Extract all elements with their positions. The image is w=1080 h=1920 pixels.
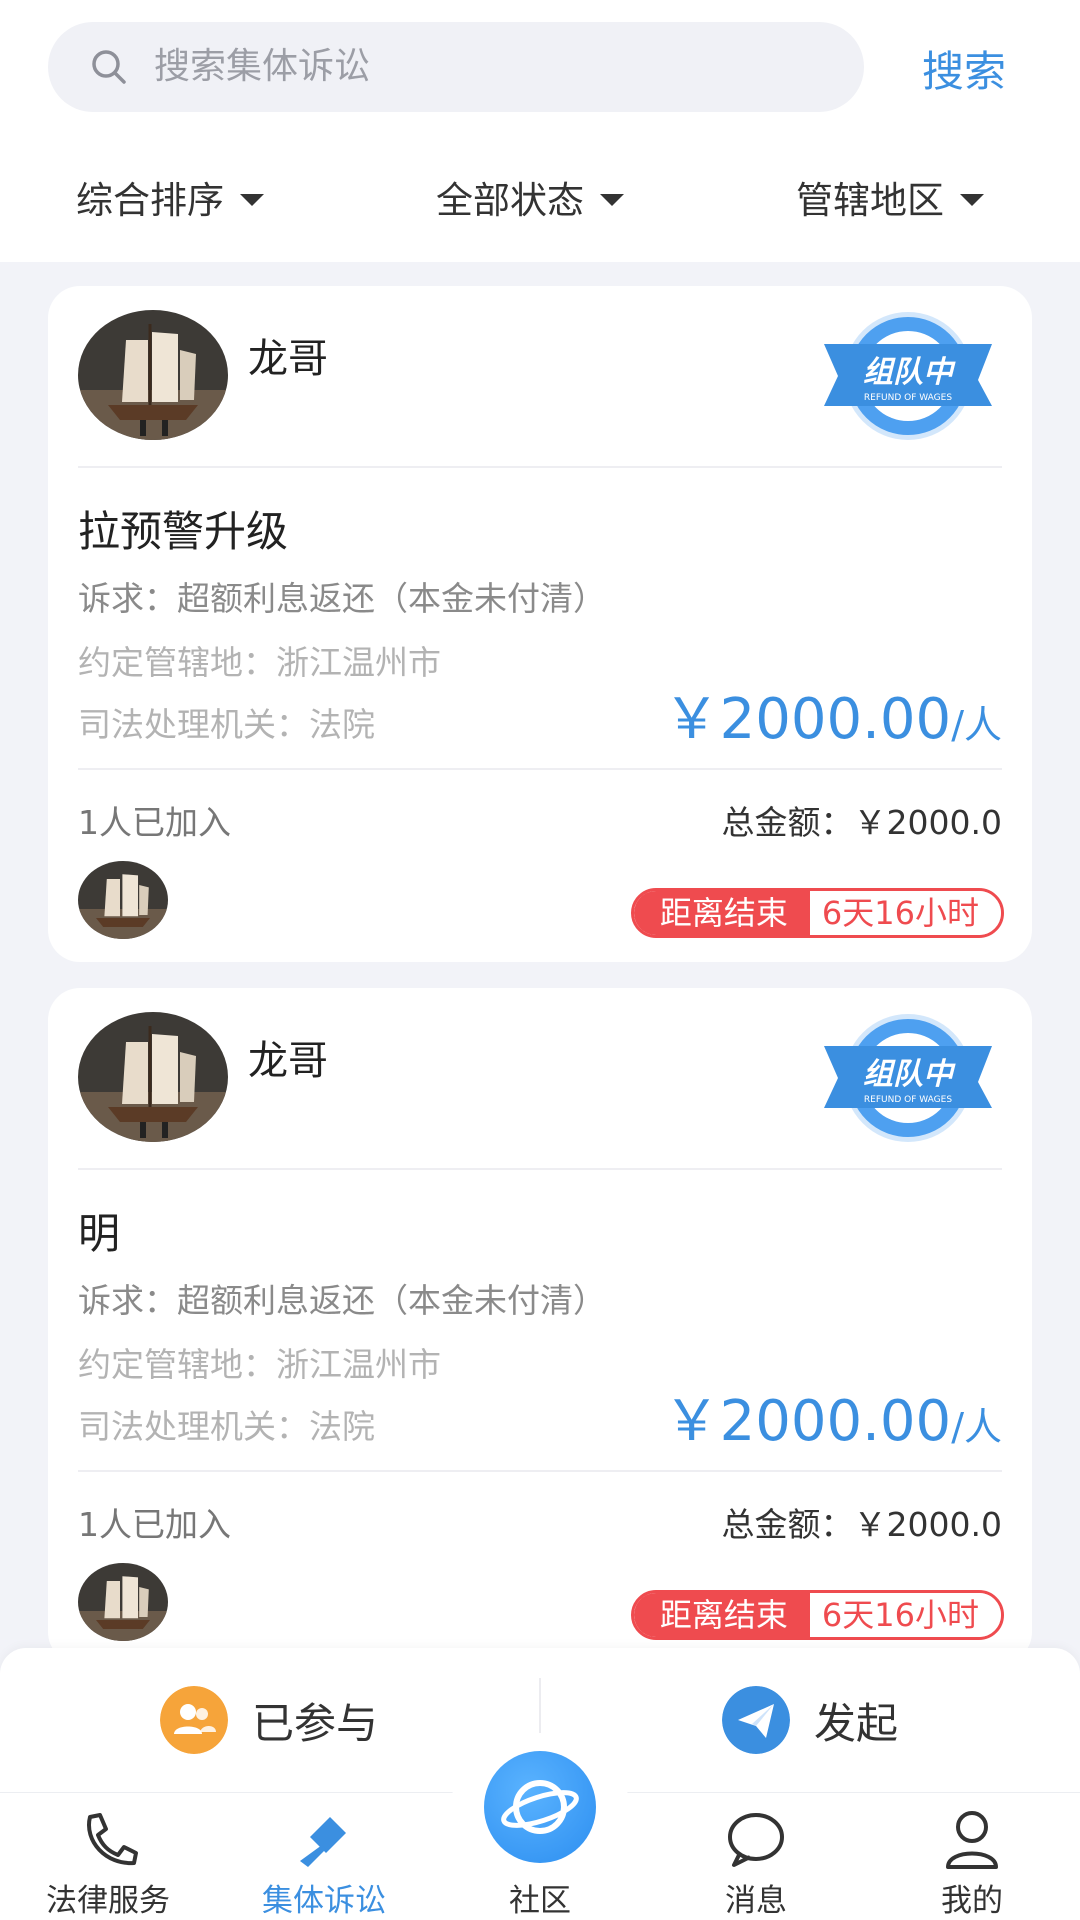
- countdown-badge: 距离结束 6天16小时: [630, 888, 1004, 938]
- price-amount: ￥2000.00: [663, 1389, 952, 1454]
- status-filter-dropdown[interactable]: 全部状态: [436, 158, 624, 244]
- authority-text: 司法处理机关：法院: [78, 1407, 375, 1446]
- badge-text: 组队中: [863, 1057, 956, 1092]
- badge-text: 组队中: [863, 355, 956, 390]
- case-title: 拉预警升级: [78, 507, 289, 556]
- total-amount: 总金额：￥2000.0: [721, 1505, 1002, 1544]
- countdown-label: 距离结束: [633, 891, 810, 935]
- region-filter-label: 管辖地区: [796, 179, 944, 222]
- badge-subtext: REFUND OF WAGES: [864, 1095, 952, 1105]
- price-amount: ￥2000.00: [663, 687, 952, 752]
- teaming-badge: 组队中 REFUND OF WAGES: [824, 312, 992, 440]
- case-card[interactable]: 龙哥 组队中 REFUND OF WAGES 拉预警升级 诉求：超额利息返还（本…: [48, 286, 1032, 962]
- divider: [78, 1168, 1002, 1170]
- ship-model-image: [78, 1563, 168, 1641]
- gavel-icon: [300, 1817, 346, 1867]
- bottom-tab-bar: 法律服务 集体诉讼 社区 消息 我的: [0, 1733, 1080, 1920]
- countdown-value: 6天16小时: [809, 891, 1001, 935]
- caret-down-icon: [960, 193, 984, 206]
- filter-bar: 综合排序 全部状态 管辖地区: [0, 158, 1080, 244]
- joined-count: 1人已加入: [78, 803, 231, 842]
- badge-subtext: REFUND OF WAGES: [864, 393, 952, 403]
- tab-messages[interactable]: 消息: [648, 1793, 864, 1920]
- member-avatar[interactable]: [78, 1563, 168, 1641]
- ship-model-image: [78, 861, 168, 939]
- divider: [78, 1470, 1002, 1472]
- caret-down-icon: [600, 193, 624, 206]
- case-title: 明: [78, 1209, 121, 1258]
- countdown-value: 6天16小时: [809, 1593, 1001, 1637]
- status-filter-label: 全部状态: [436, 179, 584, 222]
- tab-class-action[interactable]: 集体诉讼: [216, 1793, 432, 1920]
- search-placeholder: 搜索集体诉讼: [154, 46, 371, 87]
- jurisdiction-text: 约定管辖地：浙江温州市: [78, 643, 441, 682]
- chat-bubble-icon: [728, 1813, 784, 1867]
- search-button[interactable]: 搜索: [922, 38, 1006, 106]
- region-filter-dropdown[interactable]: 管辖地区: [796, 158, 984, 244]
- countdown-label: 距离结束: [633, 1593, 810, 1637]
- joined-count: 1人已加入: [78, 1505, 231, 1544]
- divider: [78, 466, 1002, 468]
- participated-label: 已参与: [252, 1698, 379, 1748]
- participated-button[interactable]: 已参与: [160, 1648, 378, 1792]
- tab-community[interactable]: 社区: [432, 1793, 648, 1920]
- case-card[interactable]: 龙哥 组队中 REFUND OF WAGES 明 诉求：超额利息返还（本金未付清…: [48, 988, 1032, 1664]
- user-name: 龙哥: [248, 336, 328, 382]
- countdown-badge: 距离结束 6天16小时: [630, 1590, 1004, 1640]
- tab-label: 社区: [509, 1883, 571, 1919]
- sort-filter-dropdown[interactable]: 综合排序: [76, 158, 264, 244]
- initiate-button[interactable]: 发起: [722, 1648, 898, 1792]
- price: ￥2000.00/人: [664, 674, 1002, 755]
- ship-model-image: [78, 1012, 228, 1142]
- price-unit: /人: [951, 703, 1002, 747]
- class-action-list-screen: 搜索集体诉讼 搜索 综合排序 全部状态 管辖地区 龙哥 组队中 REFUND O…: [0, 0, 1080, 1920]
- claim-text: 诉求：超额利息返还（本金未付清）: [78, 1281, 606, 1320]
- search-input[interactable]: 搜索集体诉讼: [48, 22, 864, 112]
- initiate-label: 发起: [814, 1698, 899, 1748]
- teaming-badge: 组队中 REFUND OF WAGES: [824, 1014, 992, 1142]
- divider: [78, 768, 1002, 770]
- tab-mine[interactable]: 我的: [864, 1793, 1080, 1920]
- person-icon: [946, 1811, 998, 1869]
- ship-model-image: [78, 310, 228, 440]
- tab-legal-service[interactable]: 法律服务: [0, 1793, 216, 1920]
- search-icon: [92, 50, 126, 84]
- price: ￥2000.00/人: [664, 1376, 1002, 1457]
- paper-plane-icon: [722, 1686, 790, 1754]
- tab-label: 我的: [941, 1883, 1003, 1919]
- user-name: 龙哥: [248, 1038, 328, 1084]
- price-unit: /人: [951, 1405, 1002, 1449]
- member-avatar[interactable]: [78, 861, 168, 939]
- claim-text: 诉求：超额利息返还（本金未付清）: [78, 579, 606, 618]
- tab-label: 消息: [725, 1883, 787, 1919]
- phone-icon: [87, 1813, 138, 1866]
- avatar[interactable]: [78, 310, 228, 440]
- caret-down-icon: [240, 193, 264, 206]
- tab-label: 法律服务: [46, 1883, 170, 1919]
- avatar[interactable]: [78, 1012, 228, 1142]
- tab-label: 集体诉讼: [262, 1883, 386, 1919]
- sort-filter-label: 综合排序: [76, 179, 224, 222]
- jurisdiction-text: 约定管辖地：浙江温州市: [78, 1345, 441, 1384]
- authority-text: 司法处理机关：法院: [78, 705, 375, 744]
- total-amount: 总金额：￥2000.0: [721, 803, 1002, 842]
- people-icon: [160, 1686, 228, 1754]
- top-bar: 搜索集体诉讼 搜索 综合排序 全部状态 管辖地区: [0, 0, 1080, 262]
